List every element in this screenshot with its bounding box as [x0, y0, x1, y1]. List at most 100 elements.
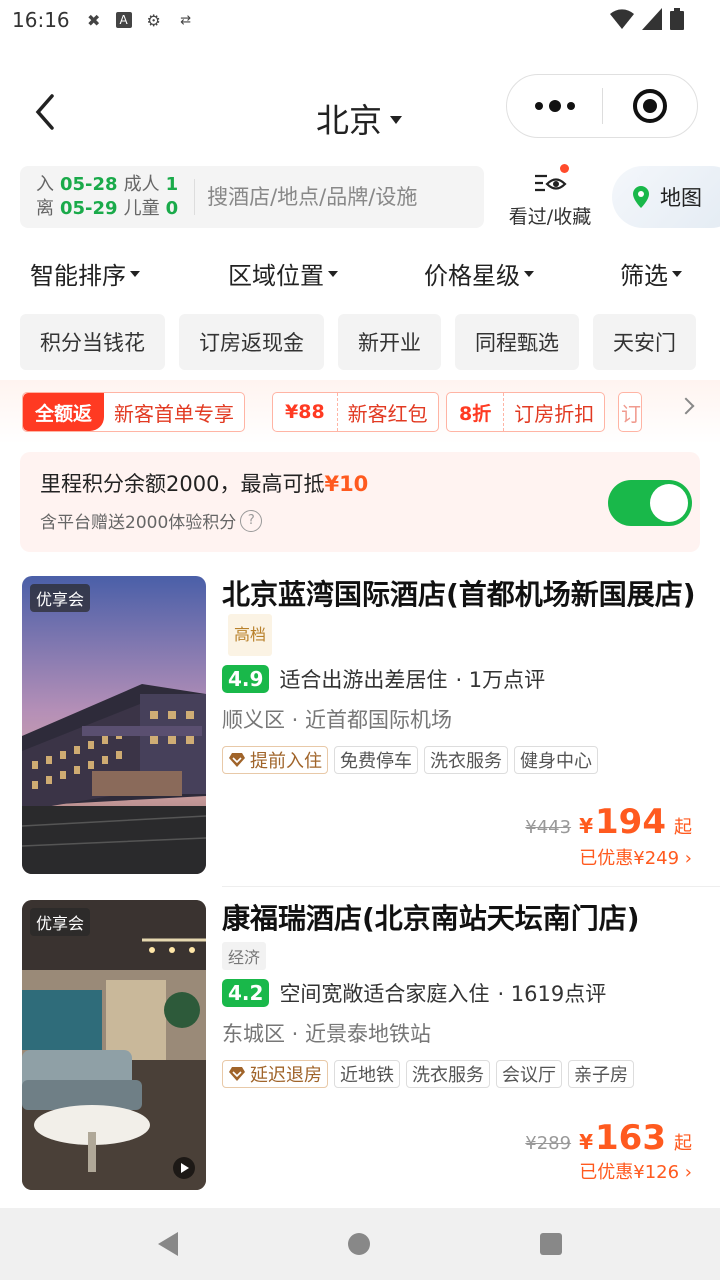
promo-tag: 全额返	[23, 393, 105, 431]
more-icon[interactable]	[507, 100, 602, 112]
sync-icon: ⇄	[180, 12, 192, 28]
quick-filter-chips: 积分当钱花 订房返现金 新开业 同程甄选 天安门	[20, 314, 696, 372]
caret-down-icon	[130, 270, 140, 277]
diamond-heart-icon	[229, 753, 245, 767]
hotel-tags: 延迟退房 近地铁 洗衣服务 会议厅 亲子房	[222, 1060, 702, 1088]
currency-symbol: ¥	[579, 814, 594, 838]
search-row: 入 05-28 成人 1 离 05-29 儿童 0 搜酒店/地点/品牌/设施 看…	[0, 164, 720, 230]
eye-list-icon	[533, 164, 569, 198]
caret-down-icon	[672, 270, 682, 277]
help-icon[interactable]: ?	[240, 509, 263, 532]
promo-tag: ¥88	[273, 393, 338, 431]
promo-full-refund[interactable]: 全额返 新客首单专享	[22, 392, 246, 432]
status-bar: 16:16 ✖ A ⚙ ⇄	[0, 0, 720, 40]
checkin-label: 入	[36, 174, 54, 195]
discount-link[interactable]: 已优惠¥249 ›	[579, 844, 692, 870]
filter-label: 区域位置	[228, 262, 324, 290]
back-arrow-icon[interactable]	[26, 92, 66, 132]
checkout-date: 05-29	[60, 198, 118, 219]
hotel-photo[interactable]: 优享会	[22, 576, 206, 874]
hotel-photo[interactable]: 优享会	[22, 900, 206, 1190]
search-box[interactable]: 入 05-28 成人 1 离 05-29 儿童 0 搜酒店/地点/品牌/设施	[20, 166, 484, 228]
promo-red-packet[interactable]: ¥88 新客红包	[272, 392, 439, 432]
discount-link[interactable]: 已优惠¥126 ›	[579, 1158, 692, 1184]
favorites-label: 看过/收藏	[508, 206, 592, 228]
chip-points[interactable]: 积分当钱花	[20, 314, 165, 370]
hotel-info: 北京蓝湾国际酒店(首都机场新国展店)高档 4.9 适合出游出差居住 · 1万点评…	[222, 576, 702, 774]
diamond-heart-icon	[229, 1067, 245, 1081]
hotel-building-image	[22, 576, 206, 874]
current-price: ¥194	[579, 802, 666, 842]
card-divider	[222, 886, 720, 887]
hotel-tag: 近地铁	[334, 1060, 400, 1088]
promo-discount[interactable]: 8折 订房折扣	[446, 392, 606, 432]
city-selector[interactable]: 北京	[316, 94, 402, 142]
header: 北京	[0, 72, 720, 156]
hotel-lobby-image	[22, 900, 206, 1190]
points-amount: ¥10	[324, 472, 369, 496]
chevron-right-icon: ›	[679, 848, 692, 869]
status-time: 16:16	[12, 8, 70, 32]
points-text: 里程积分余额2000，最高可抵	[40, 472, 325, 496]
date-guest-selector[interactable]: 入 05-28 成人 1 离 05-29 儿童 0	[36, 173, 178, 221]
filter-bar: 智能排序 区域位置 价格星级 筛选	[0, 256, 720, 296]
chip-cashback[interactable]: 订房返现金	[179, 314, 324, 370]
hotel-tag: 洗衣服务	[424, 746, 508, 774]
hotel-card[interactable]: 优享会 康福瑞酒店(北京南站天坛南门店) 经济 4.2 空间宽敞适合家庭入住 ·…	[0, 900, 720, 1200]
notification-dot	[560, 164, 569, 173]
discount-text: 已优惠¥249	[579, 848, 680, 869]
favorites-button[interactable]: 看过/收藏	[500, 164, 600, 229]
close-miniapp-button[interactable]	[603, 89, 697, 123]
price-row: ¥443 ¥194 起	[525, 802, 692, 842]
nav-back-icon[interactable]	[158, 1232, 178, 1256]
hotel-tag: 提前入住	[222, 746, 328, 774]
promo-text: 新客红包	[347, 401, 428, 426]
signal-icon	[642, 8, 662, 30]
nav-home-icon[interactable]	[348, 1233, 370, 1255]
map-pin-icon	[633, 186, 649, 208]
gear-icon: ⚙	[146, 10, 161, 30]
promo-partial[interactable]: 订	[618, 392, 642, 432]
current-price: ¥163	[579, 1118, 666, 1158]
rating-score: 4.9	[222, 665, 270, 693]
filter-label: 价格星级	[424, 262, 520, 290]
chip-tiananmen[interactable]: 天安门	[593, 314, 696, 370]
hotel-card[interactable]: 优享会 北京蓝湾国际酒店(首都机场新国展店)高档 4.9 适合出游出差居住 · …	[0, 576, 720, 876]
points-banner: 里程积分余额2000，最高可抵¥10 含平台赠送2000体验积分 ?	[20, 452, 700, 552]
rating-row: 4.9 适合出游出差居住 · 1万点评	[222, 664, 702, 694]
filter-sort[interactable]: 智能排序	[30, 256, 140, 291]
map-button[interactable]: 地图	[612, 166, 720, 228]
points-toggle[interactable]	[608, 480, 692, 526]
chip-selected[interactable]: 同程甄选	[455, 314, 579, 370]
target-icon	[632, 89, 667, 123]
checkout-label: 离	[36, 198, 54, 219]
chevron-right-icon: ›	[679, 1162, 692, 1183]
hotel-tag: 亲子房	[568, 1060, 634, 1088]
promo-text: 订	[621, 401, 641, 426]
review-count: · 1万点评	[455, 668, 546, 692]
filter-price[interactable]: 价格星级	[424, 256, 534, 291]
caret-down-icon	[524, 270, 534, 277]
chevron-right-icon[interactable]	[677, 397, 695, 415]
hotel-desc: 适合出游出差居住	[279, 668, 448, 692]
price-row: ¥289 ¥163 起	[525, 1118, 692, 1158]
city-name: 北京	[316, 101, 382, 140]
original-price: ¥443	[525, 817, 572, 838]
play-video-icon[interactable]	[172, 1156, 196, 1180]
filter-area[interactable]: 区域位置	[228, 256, 338, 291]
filter-more[interactable]: 筛选	[620, 256, 682, 291]
member-badge: 优享会	[30, 584, 91, 612]
hotel-info: 康福瑞酒店(北京南站天坛南门店) 经济 4.2 空间宽敞适合家庭入住 · 161…	[222, 900, 702, 1088]
hotel-name: 北京蓝湾国际酒店(首都机场新国展店)高档	[222, 576, 702, 656]
chip-new-open[interactable]: 新开业	[338, 314, 441, 370]
battery-icon	[670, 8, 684, 30]
search-input[interactable]: 搜酒店/地点/品牌/设施	[194, 179, 417, 215]
system-nav-bar	[0, 1208, 720, 1280]
hotel-grade-badge: 高档	[228, 614, 273, 656]
price-value: 163	[595, 1118, 666, 1158]
hotel-name: 康福瑞酒店(北京南站天坛南门店)	[222, 900, 702, 938]
city-caret-icon	[390, 116, 402, 124]
review-count: · 1619点评	[497, 982, 607, 1006]
nav-recents-icon[interactable]	[540, 1233, 562, 1255]
promo-tag: 8折	[447, 393, 505, 431]
